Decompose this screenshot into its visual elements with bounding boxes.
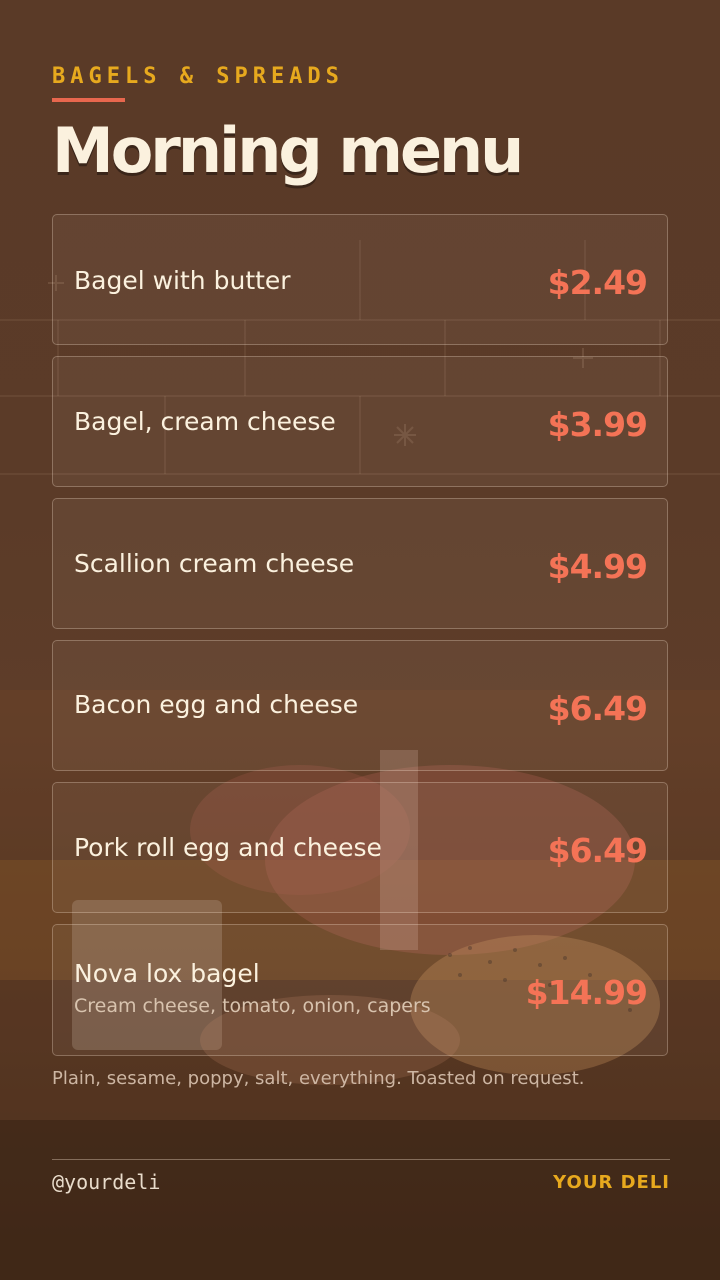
menu-item: Pork roll egg and cheese $6.49	[52, 782, 668, 913]
menu-item: Bagel with butter $2.49	[52, 214, 668, 345]
footer-divider	[52, 1159, 670, 1160]
menu-item-price: $3.99	[547, 405, 648, 444]
menu-item: Nova lox bagel Cream cheese, tomato, oni…	[52, 924, 668, 1056]
menu-item-name: Bagel with butter	[74, 266, 291, 295]
menu-item: Bagel, cream cheese $3.99	[52, 356, 668, 487]
menu-item-price: $6.49	[547, 831, 648, 870]
menu-footnote: Plain, sesame, poppy, salt, everything. …	[52, 1068, 585, 1089]
social-handle: @yourdeli	[52, 1170, 161, 1194]
menu-item-description: Cream cheese, tomato, onion, capers	[74, 995, 431, 1017]
menu-item-name: Scallion cream cheese	[74, 549, 355, 578]
menu-item-price: $14.99	[525, 973, 648, 1012]
menu-poster: BAGELS & SPREADS Morning menu Bagel with…	[0, 0, 720, 1280]
menu-item-name: Nova lox bagel	[74, 959, 260, 988]
menu-item-name: Pork roll egg and cheese	[74, 833, 382, 862]
menu-item-price: $4.99	[547, 547, 648, 586]
brand-name: YOUR DELI	[553, 1172, 670, 1193]
menu-item: Bacon egg and cheese $6.49	[52, 640, 668, 771]
category-eyebrow: BAGELS & SPREADS	[52, 64, 344, 89]
menu-item: Scallion cream cheese $4.99	[52, 498, 668, 629]
menu-item-name: Bagel, cream cheese	[74, 407, 336, 436]
menu-item-price: $2.49	[547, 263, 648, 302]
page-title: Morning menu	[52, 114, 524, 187]
menu-item-name: Bacon egg and cheese	[74, 690, 359, 719]
eyebrow-underline	[52, 98, 125, 102]
menu-item-price: $6.49	[547, 689, 648, 728]
